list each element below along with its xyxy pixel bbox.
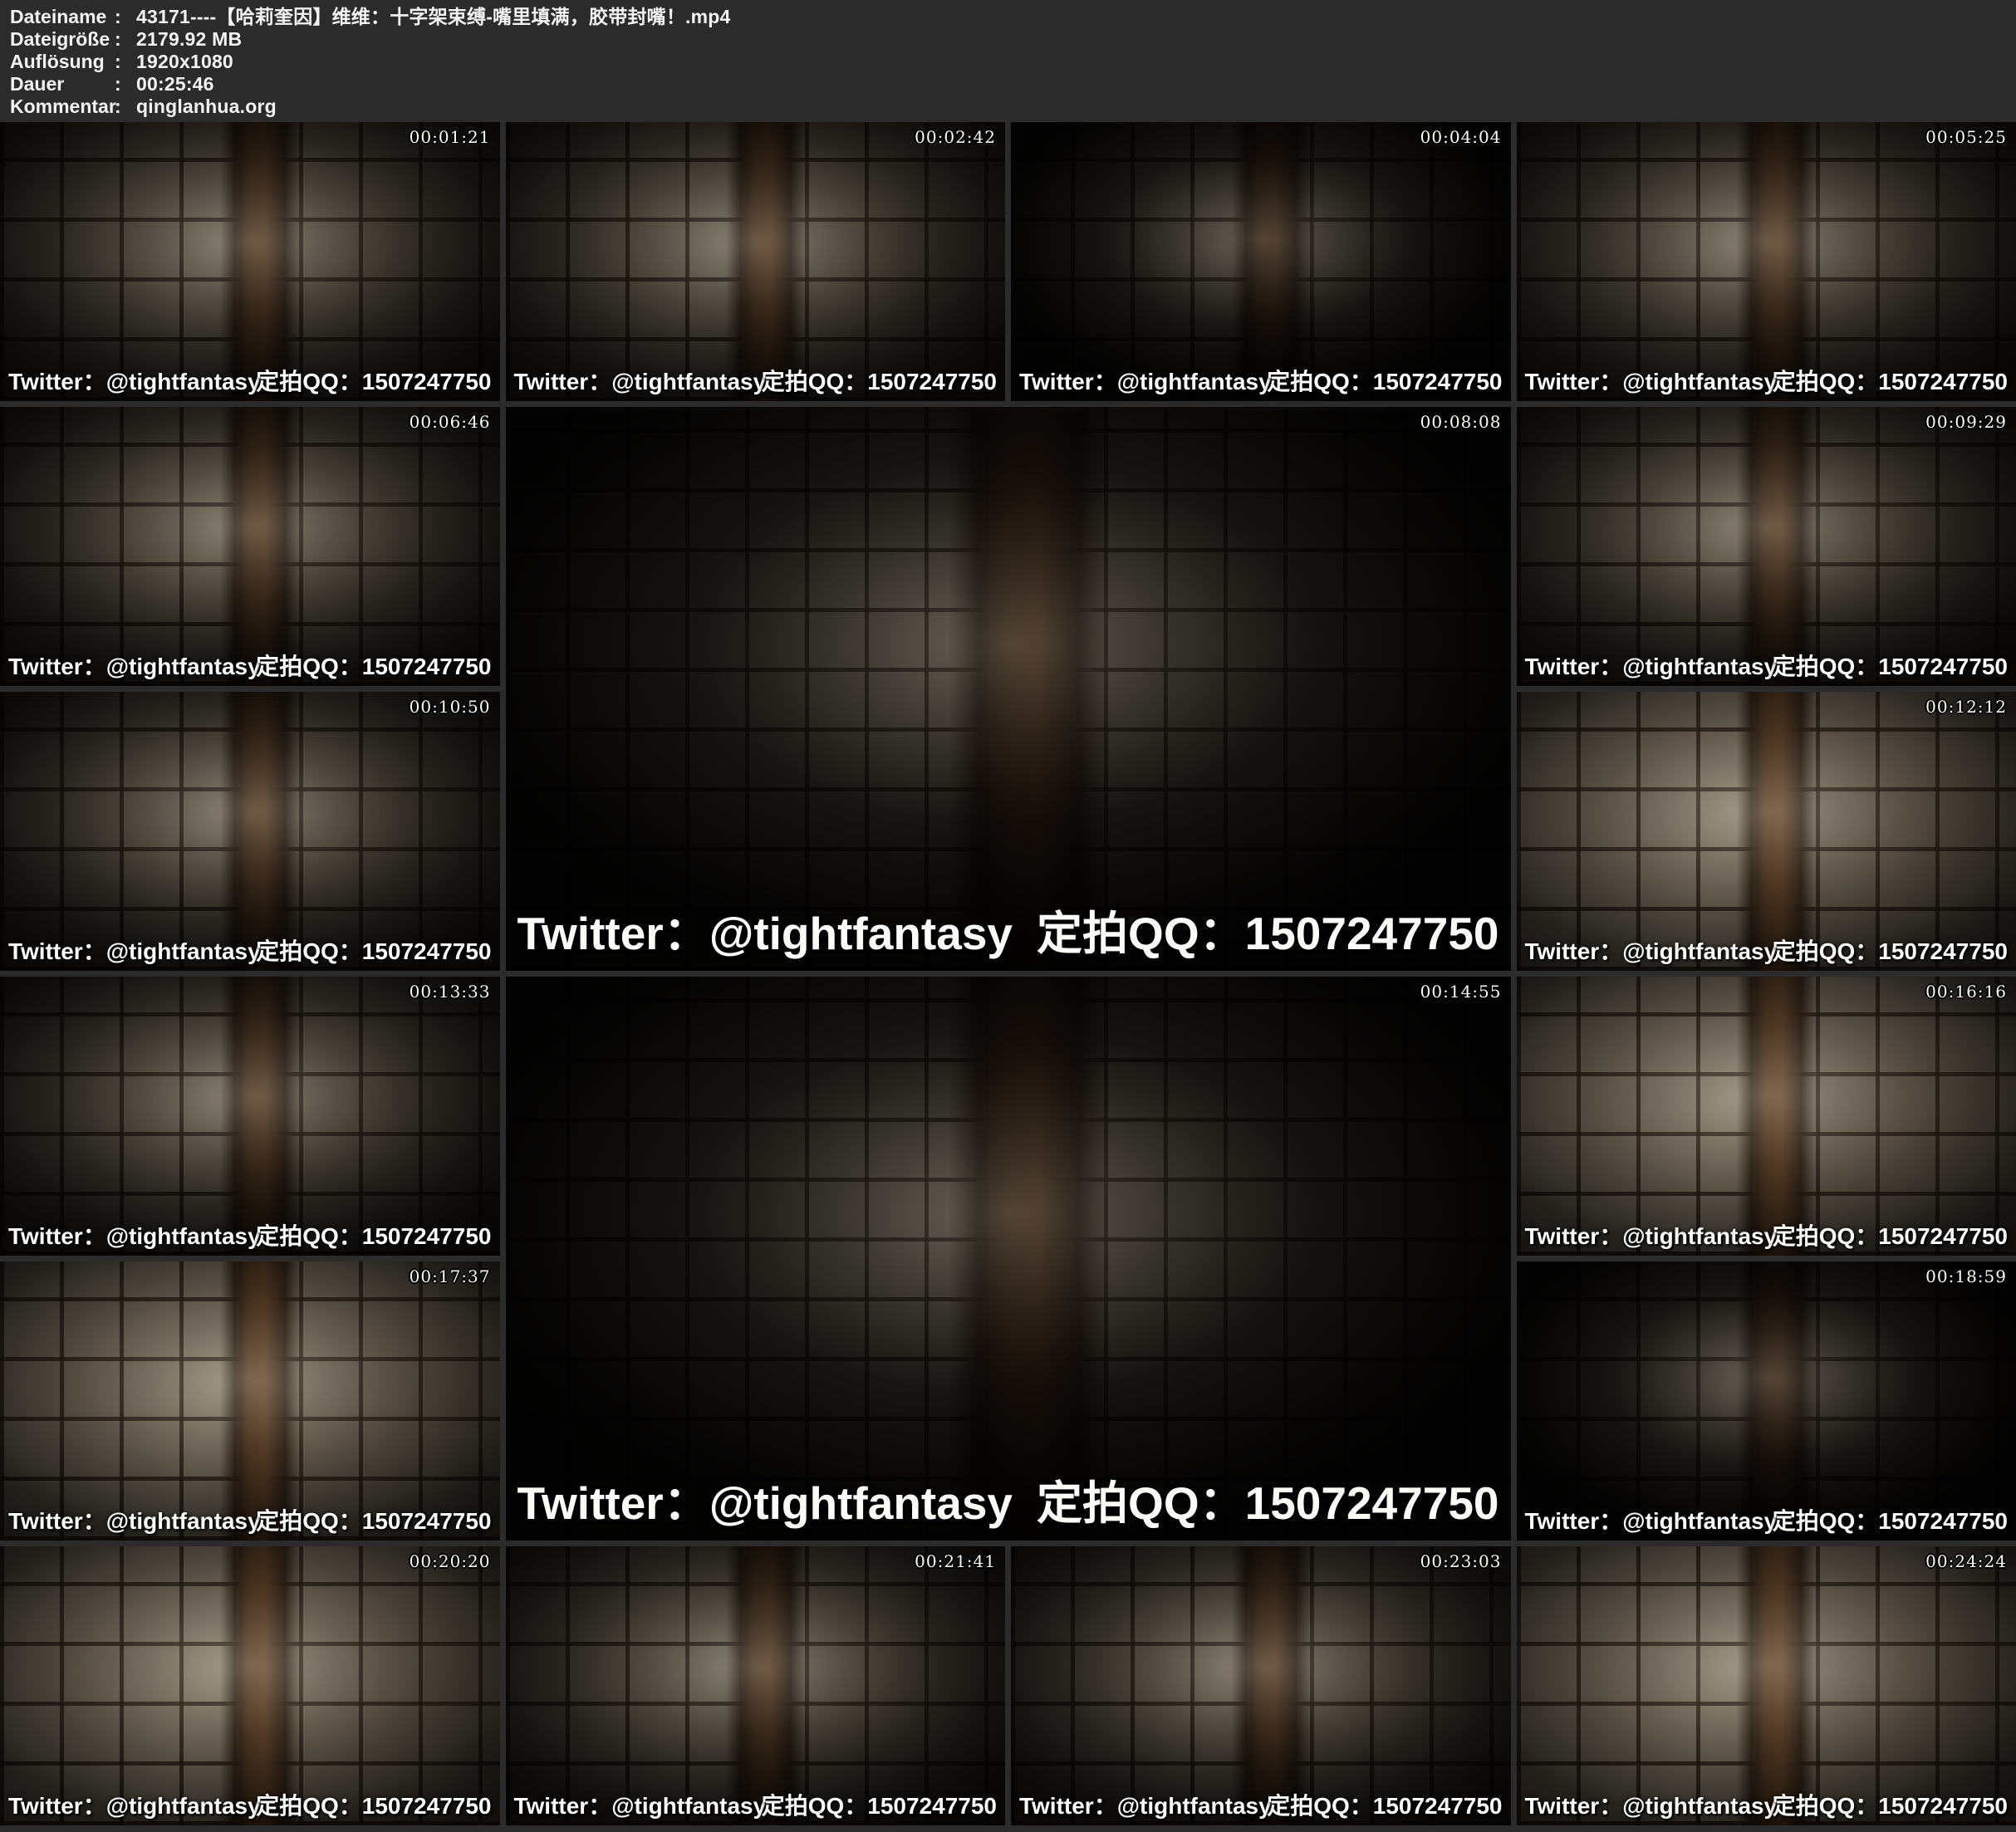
seek-timestamp: 00:18:59	[1925, 1266, 2007, 1286]
seek-timestamp: 00:21:41	[915, 1551, 996, 1571]
qq-watermark: 定拍QQ：1507247750	[1267, 1788, 1502, 1821]
seek-timestamp: 00:08:08	[1420, 412, 1502, 432]
file-info-header: Dateiname : 43171----【哈莉奎因】维维：十字架束缚-嘴里填满…	[0, 0, 2016, 122]
file-info-row-filesize: Dateigröße : 2179.92 MB	[10, 28, 2006, 51]
video-frame-thumbnail: 00:23:03 Twitter：@tightfantasy 定拍QQ：1507…	[1011, 1546, 1511, 1825]
seek-timestamp: 00:13:33	[410, 982, 491, 1002]
separator: :	[115, 28, 136, 51]
seek-timestamp: 00:24:24	[1925, 1551, 2007, 1571]
twitter-watermark: Twitter：@tightfantasy	[8, 933, 261, 967]
video-frame-thumbnail: 00:20:20 Twitter：@tightfantasy 定拍QQ：1507…	[0, 1546, 500, 1825]
qq-watermark: 定拍QQ：1507247750	[762, 364, 997, 397]
comment-value: qinglanhua.org	[136, 96, 277, 118]
twitter-watermark: Twitter：@tightfantasy	[517, 896, 1013, 963]
qq-watermark: 定拍QQ：1507247750	[256, 1503, 491, 1536]
video-frame-thumbnail: 00:06:46 Twitter：@tightfantasy 定拍QQ：1507…	[0, 407, 500, 686]
qq-watermark: 定拍QQ：1507247750	[1773, 1788, 2008, 1821]
file-info-row-resolution: Auflösung : 1920x1080	[10, 51, 2006, 73]
qq-watermark: 定拍QQ：1507247750	[1267, 364, 1502, 397]
twitter-watermark: Twitter：@tightfantasy	[8, 1503, 261, 1536]
video-frame-thumbnail: 00:21:41 Twitter：@tightfantasy 定拍QQ：1507…	[506, 1546, 1006, 1825]
file-info-row-comment: Kommentar : qinglanhua.org	[10, 96, 2006, 118]
qq-watermark: 定拍QQ：1507247750	[1773, 1503, 2008, 1536]
twitter-watermark: Twitter：@tightfantasy	[1019, 1788, 1272, 1821]
twitter-watermark: Twitter：@tightfantasy	[1525, 933, 1778, 967]
filename-label: Dateiname	[10, 6, 115, 28]
qq-watermark: 定拍QQ：1507247750	[256, 1788, 491, 1821]
file-info-row-duration: Dauer : 00:25:46	[10, 73, 2006, 96]
qq-watermark: 定拍QQ：1507247750	[1773, 933, 2008, 967]
seek-timestamp: 00:01:21	[410, 127, 491, 147]
twitter-watermark: Twitter：@tightfantasy	[517, 1466, 1013, 1532]
video-frame-thumbnail: 00:04:04 Twitter：@tightfantasy 定拍QQ：1507…	[1011, 122, 1511, 401]
seek-timestamp: 00:09:29	[1925, 412, 2007, 432]
video-frame-thumbnail: 00:09:29 Twitter：@tightfantasy 定拍QQ：1507…	[1517, 407, 2016, 686]
seek-timestamp: 00:10:50	[410, 697, 491, 717]
resolution-value: 1920x1080	[136, 51, 233, 73]
qq-watermark: 定拍QQ：1507247750	[1037, 896, 1499, 963]
video-frame-thumbnail: 00:18:59 Twitter：@tightfantasy 定拍QQ：1507…	[1517, 1261, 2016, 1541]
thumbnail-grid: 00:01:21 Twitter：@tightfantasy 定拍QQ：1507…	[0, 122, 2016, 1825]
twitter-watermark: Twitter：@tightfantasy	[8, 364, 261, 397]
separator: :	[115, 73, 136, 96]
twitter-watermark: Twitter：@tightfantasy	[514, 1788, 767, 1821]
qq-watermark: 定拍QQ：1507247750	[256, 1218, 491, 1252]
twitter-watermark: Twitter：@tightfantasy	[1525, 1503, 1778, 1536]
video-frame-thumbnail: 00:13:33 Twitter：@tightfantasy 定拍QQ：1507…	[0, 977, 500, 1256]
filesize-label: Dateigröße	[10, 28, 115, 51]
twitter-watermark: Twitter：@tightfantasy	[1525, 1788, 1778, 1821]
twitter-watermark: Twitter：@tightfantasy	[1525, 649, 1778, 682]
twitter-watermark: Twitter：@tightfantasy	[8, 1788, 261, 1821]
video-frame-thumbnail: 00:01:21 Twitter：@tightfantasy 定拍QQ：1507…	[0, 122, 500, 401]
duration-value: 00:25:46	[136, 73, 214, 96]
video-frame-thumbnail: 00:17:37 Twitter：@tightfantasy 定拍QQ：1507…	[0, 1261, 500, 1541]
seek-timestamp: 00:14:55	[1420, 982, 1502, 1002]
video-frame-thumbnail: 00:05:25 Twitter：@tightfantasy 定拍QQ：1507…	[1517, 122, 2016, 401]
twitter-watermark: Twitter：@tightfantasy	[514, 364, 767, 397]
seek-timestamp: 00:06:46	[410, 412, 491, 432]
seek-timestamp: 00:04:04	[1420, 127, 1502, 147]
qq-watermark: 定拍QQ：1507247750	[1773, 649, 2008, 682]
video-frame-thumbnail: 00:12:12 Twitter：@tightfantasy 定拍QQ：1507…	[1517, 692, 2016, 971]
video-frame-thumbnail: 00:14:55 Twitter：@tightfantasy 定拍QQ：1507…	[506, 977, 1511, 1541]
video-frame-thumbnail: 00:10:50 Twitter：@tightfantasy 定拍QQ：1507…	[0, 692, 500, 971]
qq-watermark: 定拍QQ：1507247750	[1037, 1466, 1499, 1532]
seek-timestamp: 00:17:37	[410, 1266, 491, 1286]
filesize-value: 2179.92 MB	[136, 28, 242, 51]
seek-timestamp: 00:16:16	[1925, 982, 2007, 1002]
twitter-watermark: Twitter：@tightfantasy	[1525, 364, 1778, 397]
seek-timestamp: 00:23:03	[1420, 1551, 1502, 1571]
video-frame-thumbnail: 00:08:08 Twitter：@tightfantasy 定拍QQ：1507…	[506, 407, 1511, 971]
video-frame-thumbnail: 00:02:42 Twitter：@tightfantasy 定拍QQ：1507…	[506, 122, 1006, 401]
qq-watermark: 定拍QQ：1507247750	[256, 933, 491, 967]
qq-watermark: 定拍QQ：1507247750	[1773, 1218, 2008, 1252]
separator: :	[115, 6, 136, 28]
seek-timestamp: 00:05:25	[1925, 127, 2007, 147]
filename-value: 43171----【哈莉奎因】维维：十字架束缚-嘴里填满，胶带封嘴！.mp4	[136, 6, 731, 28]
twitter-watermark: Twitter：@tightfantasy	[8, 1218, 261, 1252]
video-frame-thumbnail: 00:24:24 Twitter：@tightfantasy 定拍QQ：1507…	[1517, 1546, 2016, 1825]
video-frame-thumbnail: 00:16:16 Twitter：@tightfantasy 定拍QQ：1507…	[1517, 977, 2016, 1256]
qq-watermark: 定拍QQ：1507247750	[256, 364, 491, 397]
seek-timestamp: 00:12:12	[1925, 697, 2007, 717]
seek-timestamp: 00:02:42	[915, 127, 996, 147]
seek-timestamp: 00:20:20	[410, 1551, 491, 1571]
twitter-watermark: Twitter：@tightfantasy	[1525, 1218, 1778, 1252]
twitter-watermark: Twitter：@tightfantasy	[1019, 364, 1272, 397]
separator: :	[115, 96, 136, 118]
comment-label: Kommentar	[10, 96, 115, 118]
twitter-watermark: Twitter：@tightfantasy	[8, 649, 261, 682]
file-info-row-filename: Dateiname : 43171----【哈莉奎因】维维：十字架束缚-嘴里填满…	[10, 6, 2006, 28]
duration-label: Dauer	[10, 73, 115, 96]
qq-watermark: 定拍QQ：1507247750	[256, 649, 491, 682]
resolution-label: Auflösung	[10, 51, 115, 73]
qq-watermark: 定拍QQ：1507247750	[1773, 364, 2008, 397]
separator: :	[115, 51, 136, 73]
qq-watermark: 定拍QQ：1507247750	[762, 1788, 997, 1821]
